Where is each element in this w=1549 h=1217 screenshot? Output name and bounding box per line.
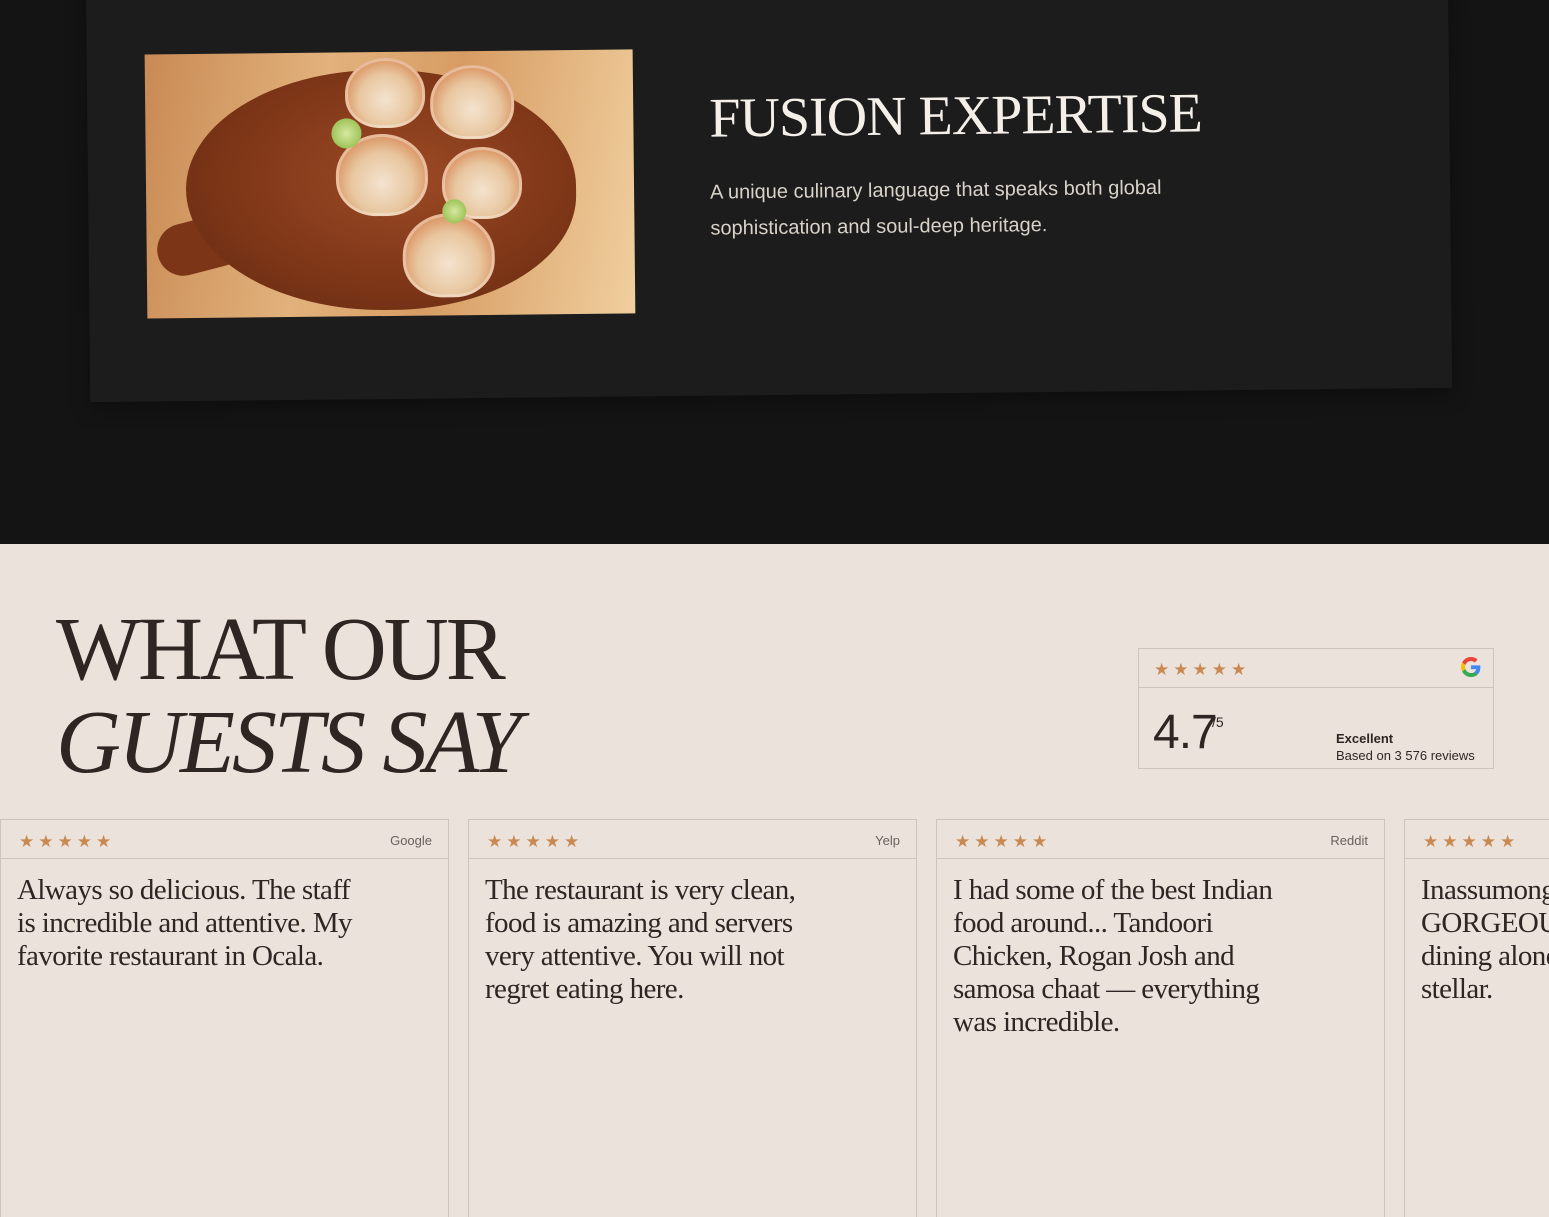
review-card-header: ★★★★★ Reddit (937, 820, 1384, 859)
rating-card-header: ★★★★★ (1139, 649, 1493, 688)
rating-summary-card[interactable]: ★★★★★ 4.7 /5 Excellent Based on 3 576 re… (1138, 648, 1494, 769)
testimonials-heading: WHAT OUR GUESTS SAY (56, 600, 522, 792)
scallop-shell (344, 57, 426, 129)
feature-title: FUSION EXPERTISE (709, 82, 1203, 150)
testimonials-section: WHAT OUR GUESTS SAY ★★★★★ 4.7 /5 Excelle… (0, 544, 1549, 1217)
review-card[interactable]: ★★★★★ Yelp The restaurant is very clean,… (468, 819, 917, 1217)
review-text: The restaurant is very clean, food is am… (485, 874, 796, 1005)
lime-slice (331, 118, 362, 149)
heading-line-1: WHAT OUR (56, 600, 506, 699)
review-source: Yelp (875, 833, 900, 848)
scallop-shell (402, 212, 496, 298)
review-card-header: ★★★★★ Yelp (469, 820, 916, 859)
feature-section: FUSION EXPERTISE A unique culinary langu… (0, 0, 1549, 544)
google-icon (1461, 657, 1481, 677)
review-text: I had some of the best Indian food aroun… (953, 874, 1273, 1038)
star-rating: ★★★★★ (487, 832, 584, 851)
review-text: Always so delicious. The staff is incred… (17, 874, 353, 972)
review-source: Reddit (1330, 833, 1368, 848)
star-rating: ★★★★★ (1423, 832, 1520, 851)
star-rating: ★★★★★ (1154, 660, 1251, 679)
feature-card: FUSION EXPERTISE A unique culinary langu… (85, 0, 1453, 403)
feature-description: A unique culinary language that speaks b… (709, 176, 1162, 240)
feature-image (144, 49, 636, 319)
scallop-shell (429, 64, 515, 140)
star-rating: ★★★★★ (955, 832, 1052, 851)
feature-text: FUSION EXPERTISE A unique culinary langu… (709, 82, 1271, 247)
rating-value: 4.7 (1153, 706, 1218, 759)
review-card[interactable]: ★★★★★ Google Always so delicious. The st… (0, 819, 449, 1217)
review-card[interactable]: ★★★★★ Reddit I had some of the best Indi… (936, 819, 1385, 1217)
lime-slice (442, 199, 467, 224)
review-card[interactable]: ★★★★★ Inassumong GORGEOUS dining alone s… (1404, 819, 1549, 1217)
review-text: Inassumong GORGEOUS dining alone stellar… (1421, 874, 1549, 1005)
rating-max: /5 (1212, 714, 1224, 730)
review-count: Based on 3 576 reviews (1336, 748, 1475, 763)
review-card-header: ★★★★★ (1405, 820, 1549, 859)
review-card-header: ★★★★★ Google (1, 820, 448, 859)
heading-line-2: GUESTS SAY (56, 693, 522, 792)
rating-label: Excellent (1336, 731, 1394, 746)
review-source: Google (390, 833, 432, 848)
star-rating: ★★★★★ (19, 832, 116, 851)
